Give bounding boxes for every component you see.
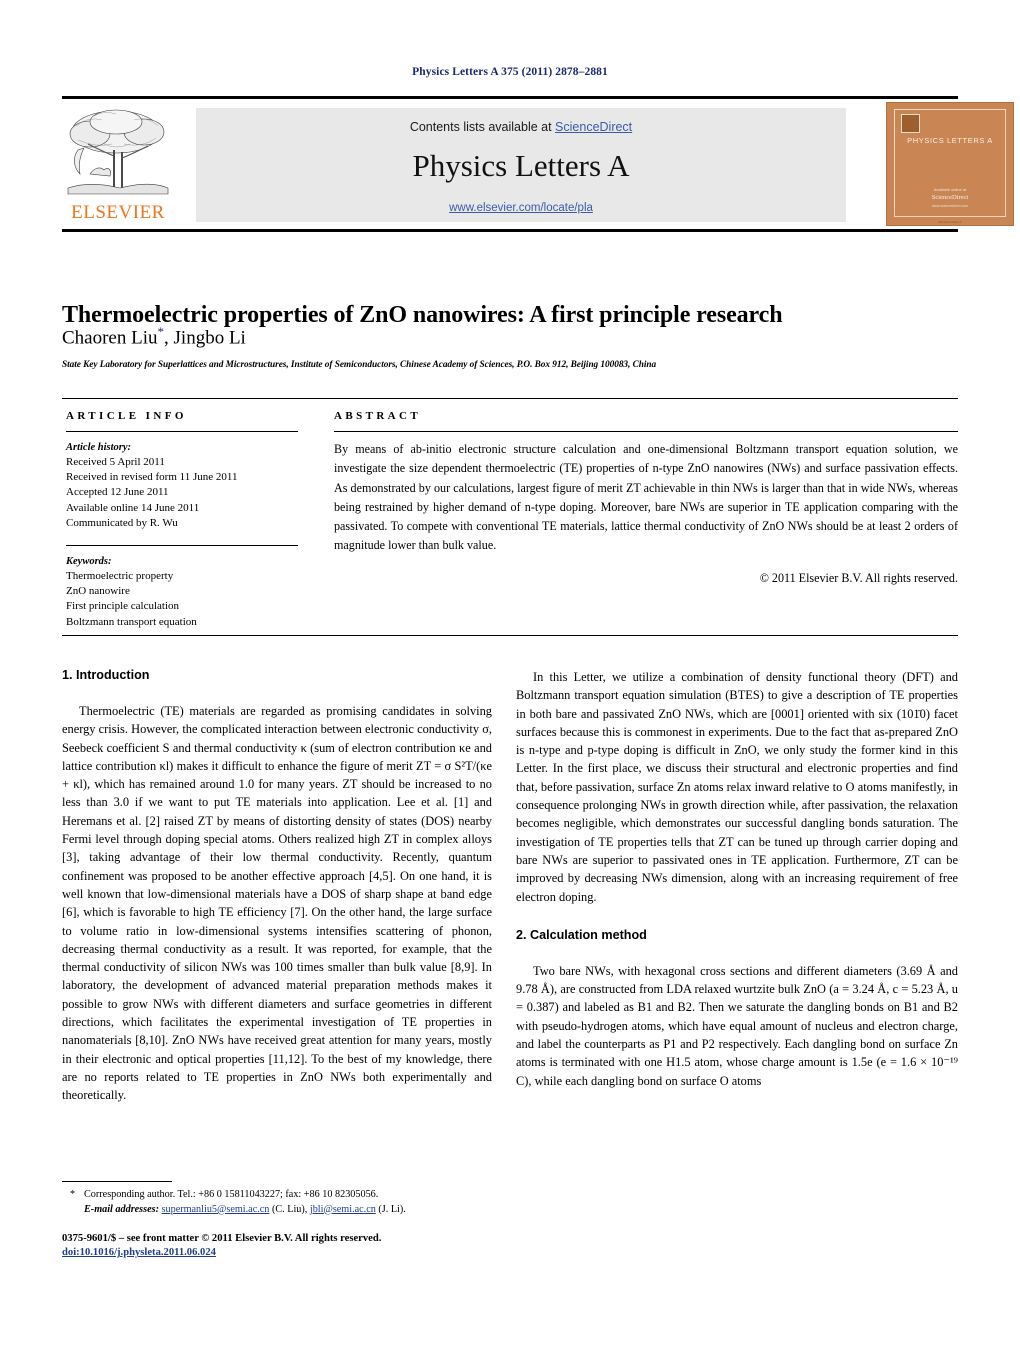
email-owner-1: (C. Liu), bbox=[271, 1203, 308, 1215]
article-info-divider bbox=[66, 431, 298, 432]
author-first: Chaoren Liu bbox=[62, 327, 158, 349]
keywords-divider bbox=[66, 545, 298, 547]
contents-line: Contents lists available at ScienceDirec… bbox=[196, 120, 846, 134]
calculation-paragraph-1: Two bare NWs, with hexagonal cross secti… bbox=[516, 963, 958, 1088]
email-addresses-label: E-mail addresses: bbox=[84, 1203, 159, 1215]
cover-title: PHYSICS LETTERS A bbox=[907, 136, 993, 145]
paper-page: Physics Letters A 375 (2011) 2878–2881 E… bbox=[0, 0, 1020, 1351]
sciencedirect-link[interactable]: ScienceDirect bbox=[555, 120, 632, 134]
section-heading-introduction: 1. Introduction bbox=[62, 668, 150, 682]
header-rule-bottom bbox=[62, 229, 958, 232]
info-rule-bottom bbox=[62, 635, 958, 636]
author-list: Chaoren Liu*, Jingbo Li bbox=[62, 324, 942, 349]
cover-foot-url: www.sciencedirect.com bbox=[931, 204, 969, 208]
info-rule-top bbox=[62, 398, 958, 399]
running-head: Physics Letters A 375 (2011) 2878–2881 bbox=[412, 66, 608, 78]
journal-header-band: ELSEVIER Contents lists available at Sci… bbox=[62, 96, 1014, 232]
keyword-item: Boltzmann transport equation bbox=[66, 615, 197, 628]
abstract-heading: ABSTRACT bbox=[334, 410, 422, 422]
email-link-1[interactable]: supermanliu5@semi.ac.cn bbox=[162, 1204, 270, 1215]
footnote-rule bbox=[62, 1181, 172, 1182]
journal-url-link[interactable]: www.elsevier.com/locate/pla bbox=[196, 202, 846, 214]
cover-publisher-badge-icon bbox=[901, 114, 920, 133]
email-addresses-line: E-mail addresses: supermanliu5@semi.ac.c… bbox=[84, 1203, 492, 1218]
doi-link[interactable]: doi:10.1016/j.physleta.2011.06.024 bbox=[62, 1247, 216, 1258]
keywords-label: Keywords: bbox=[66, 556, 112, 568]
cover-inner-frame: PHYSICS LETTERS A Available online at Sc… bbox=[894, 109, 1006, 217]
abstract-copyright: © 2011 Elsevier B.V. All rights reserved… bbox=[759, 570, 958, 585]
history-item: Communicated by R. Wu bbox=[66, 516, 178, 529]
journal-title: Physics Letters A bbox=[412, 148, 630, 183]
section-heading-calculation: 2. Calculation method bbox=[516, 927, 647, 942]
keyword-item: First principle calculation bbox=[66, 600, 180, 613]
corresponding-author-note: Corresponding author. Tel.: +86 0 158110… bbox=[84, 1189, 379, 1200]
abstract-text: By means of ab-initio electronic structu… bbox=[334, 442, 958, 553]
intro-paragraph-2: In this Letter, we utilize a combination… bbox=[516, 670, 958, 904]
imprint-block: 0375-9601/$ – see front matter © 2011 El… bbox=[62, 1232, 532, 1261]
history-item: Available online 14 June 2011 bbox=[66, 501, 200, 514]
header-rule-top bbox=[62, 96, 958, 99]
imprint-line: 0375-9601/$ – see front matter © 2011 El… bbox=[62, 1233, 382, 1244]
author-rest: , Jingbo Li bbox=[164, 327, 246, 349]
history-item: Received in revised form 11 June 2011 bbox=[66, 471, 238, 484]
elsevier-tree-icon bbox=[67, 109, 169, 195]
body-column-left: 1. Introduction Thermoelectric (TE) mate… bbox=[62, 668, 492, 1105]
journal-banner: Contents lists available at ScienceDirec… bbox=[196, 108, 846, 222]
keyword-item: ZnO nanowire bbox=[66, 585, 130, 598]
elsevier-logo: ELSEVIER bbox=[62, 104, 174, 226]
affiliation: State Key Laboratory for Superlattices a… bbox=[62, 360, 657, 370]
abstract-block: ABSTRACT By means of ab-initio electroni… bbox=[334, 410, 958, 586]
keyword-item: Thermoelectric property bbox=[66, 570, 174, 583]
cover-bottom-bar: Physics Letters A bbox=[938, 220, 962, 224]
cover-foot-available: Available online at bbox=[933, 187, 967, 192]
abstract-divider bbox=[334, 431, 958, 432]
cover-foot-sciencedirect: ScienceDirect bbox=[931, 194, 969, 201]
footnote-block: * Corresponding author. Tel.: +86 0 1581… bbox=[62, 1188, 492, 1217]
article-history-label: Article history: bbox=[66, 442, 132, 453]
email-link-2[interactable]: jbli@semi.ac.cn bbox=[310, 1204, 376, 1215]
intro-paragraph-1: Thermoelectric (TE) materials are regard… bbox=[62, 704, 492, 1103]
contents-prefix: Contents lists available at bbox=[409, 120, 556, 134]
journal-cover-thumbnail[interactable]: PHYSICS LETTERS A Available online at Sc… bbox=[886, 102, 1014, 226]
footnote-star-marker: * bbox=[70, 1189, 75, 1200]
article-info-heading: ARTICLE INFO bbox=[66, 410, 187, 422]
article-info-block: ARTICLE INFO Article history: Received 5… bbox=[66, 410, 298, 630]
history-item: Accepted 12 June 2011 bbox=[66, 486, 169, 499]
email-owner-2: (J. Li). bbox=[378, 1203, 406, 1215]
body-column-right: In this Letter, we utilize a combination… bbox=[516, 668, 958, 1090]
elsevier-wordmark: ELSEVIER bbox=[71, 202, 165, 223]
history-item: Received 5 April 2011 bbox=[66, 456, 165, 468]
